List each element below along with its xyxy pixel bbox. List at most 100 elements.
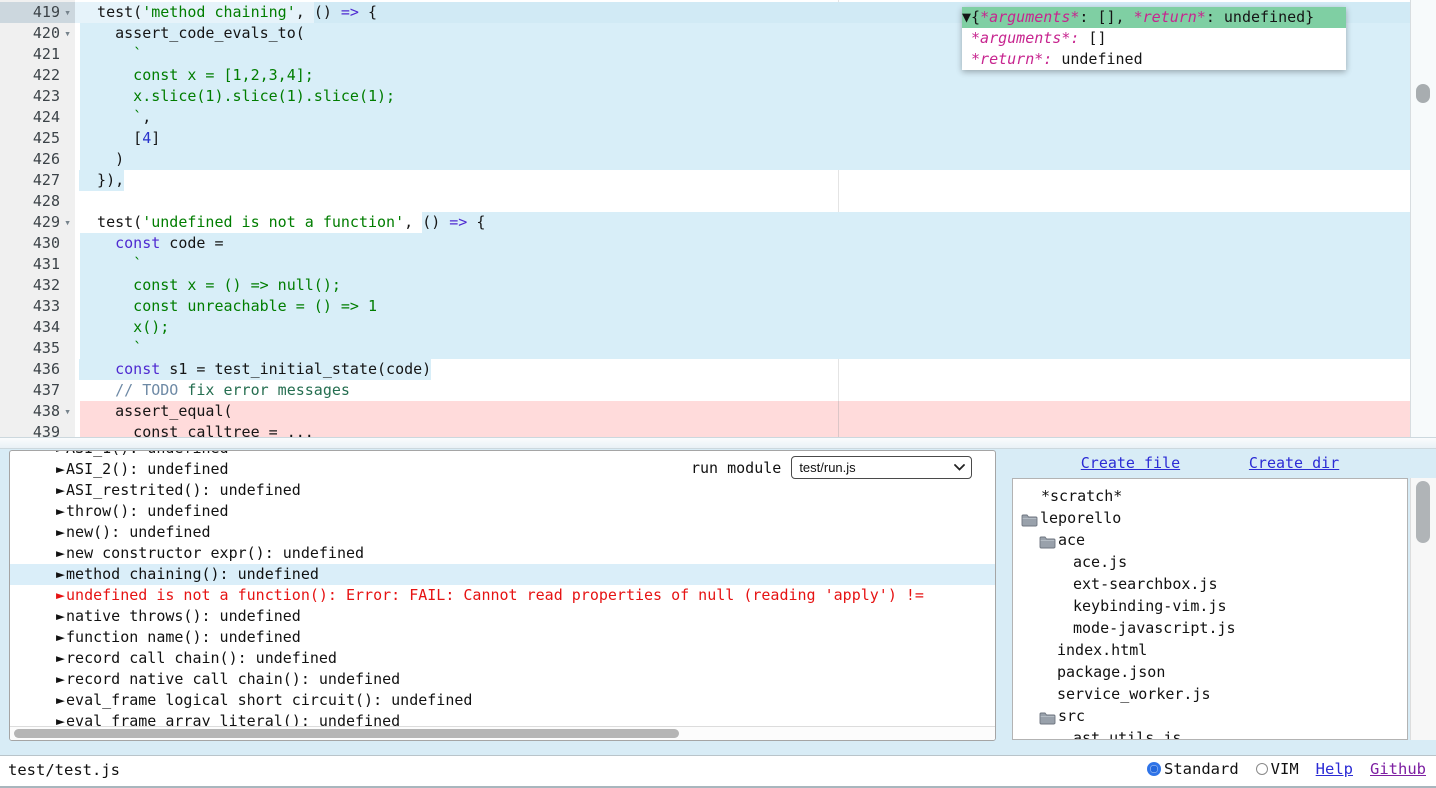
test-result-item[interactable]: ►throw(): undefined [10, 501, 995, 522]
code-line-425[interactable]: 425 [4] [0, 128, 1410, 149]
file-tree-item-ace-js[interactable]: ace.js [1013, 551, 1407, 573]
file-tree-item-package-json[interactable]: package.json [1013, 661, 1407, 683]
code-token: () [422, 213, 449, 231]
gutter-cell: 427 [0, 170, 75, 191]
code-token: ` [79, 338, 142, 359]
code-line-434[interactable]: 434 x(); [0, 317, 1410, 338]
tree-item-label: src [1058, 707, 1085, 725]
fold-arrow-icon[interactable]: ▾ [60, 2, 75, 23]
code-line-435[interactable]: 435 ` [0, 338, 1410, 359]
code-line-437[interactable]: 437 // TODO fix error messages [0, 380, 1410, 401]
file-tree-scrollbar[interactable] [1410, 478, 1436, 740]
code-line-428[interactable]: 428 [0, 191, 1410, 212]
file-tree-item-ace[interactable]: ace [1013, 529, 1407, 551]
expand-triangle-icon[interactable]: ► [56, 670, 65, 688]
code-token: const x = [1,2,3,4]; [79, 65, 314, 86]
code-line-429[interactable]: 429▾ test('undefined is not a function',… [0, 212, 1410, 233]
code-line-432[interactable]: 432 const x = () => null(); [0, 275, 1410, 296]
code-line-426[interactable]: 426 ) [0, 149, 1410, 170]
gutter-cell: 421 [0, 44, 75, 65]
code-token [962, 50, 971, 68]
file-tree-item--scratch-[interactable]: *scratch* [1013, 485, 1407, 507]
keybinding-option-standard[interactable]: Standard [1147, 760, 1239, 778]
radio-unselected-icon[interactable] [1256, 763, 1268, 775]
file-tree-item-mode-javascript-js[interactable]: mode-javascript.js [1013, 617, 1407, 639]
file-tree-item-src[interactable]: src [1013, 705, 1407, 727]
test-result-item[interactable]: ►new(): undefined [10, 522, 995, 543]
file-tree-item-leporello[interactable]: leporello [1013, 507, 1407, 529]
tooltip-header-row[interactable]: ▼{*arguments*: [], *return*: undefined} [962, 7, 1346, 28]
keybinding-standard-label: Standard [1164, 760, 1239, 778]
code-line-424[interactable]: 424 `, [0, 107, 1410, 128]
radio-selected-icon[interactable] [1147, 762, 1161, 776]
code-token: const x = () => null(); [79, 275, 341, 296]
expand-triangle-icon[interactable]: ► [56, 628, 65, 646]
code-token: , [404, 212, 422, 233]
test-result-item[interactable]: ►native throws(): undefined [10, 606, 995, 627]
expand-triangle-icon[interactable]: ► [56, 544, 65, 562]
expand-triangle-icon[interactable]: ► [56, 481, 65, 499]
line-number: 430 [33, 233, 60, 254]
fold-arrow-icon[interactable]: ▾ [60, 23, 75, 44]
file-tree-item-ext-searchbox-js[interactable]: ext-searchbox.js [1013, 573, 1407, 595]
line-number: 419 [33, 2, 60, 23]
create-file-link[interactable]: Create file [1081, 454, 1180, 472]
editor-scrollbar-thumb[interactable] [1416, 84, 1430, 103]
expand-triangle-icon[interactable]: ► [56, 649, 65, 667]
test-result-item[interactable]: ►method chaining(): undefined [10, 564, 995, 585]
file-tree-item-service-worker-js[interactable]: service_worker.js [1013, 683, 1407, 705]
code-token: x.slice(1).slice(1).slice(1); [79, 86, 395, 107]
code-token: code = [160, 233, 223, 254]
test-result-item[interactable]: ►function name(): undefined [10, 627, 995, 648]
tree-item-label: package.json [1057, 663, 1165, 681]
file-tree-item-index-html[interactable]: index.html [1013, 639, 1407, 661]
expand-triangle-icon[interactable]: ► [56, 691, 65, 709]
code-line-content: const x = () => null(); [75, 275, 1410, 296]
code-line-433[interactable]: 433 const unreachable = () => 1 [0, 296, 1410, 317]
gutter-cell: 426 [0, 149, 75, 170]
test-result-item[interactable]: ►new constructor expr(): undefined [10, 543, 995, 564]
create-dir-link[interactable]: Create dir [1249, 454, 1339, 472]
keybinding-option-vim[interactable]: VIM [1256, 760, 1299, 778]
results-horizontal-scrollbar[interactable] [10, 726, 995, 740]
editor-vertical-scrollbar[interactable] [1410, 0, 1436, 437]
github-link[interactable]: Github [1370, 760, 1426, 778]
fold-arrow-icon[interactable]: ▾ [60, 401, 75, 422]
line-highlight [80, 107, 1410, 128]
code-line-439[interactable]: 439 const calltree = ... [0, 422, 1410, 437]
code-token: , [142, 107, 151, 128]
test-result-item[interactable]: ►eval_frame logical short circuit(): und… [10, 690, 995, 711]
line-number: 439 [33, 422, 60, 437]
line-number: 422 [33, 65, 60, 86]
code-line-438[interactable]: 438▾ assert_equal( [0, 401, 1410, 422]
code-token: : [], [1079, 8, 1133, 26]
file-tree-item-keybinding-vim-js[interactable]: keybinding-vim.js [1013, 595, 1407, 617]
code-line-430[interactable]: 430 const code = [0, 233, 1410, 254]
code-token: ` [79, 107, 142, 128]
code-line-431[interactable]: 431 ` [0, 254, 1410, 275]
code-line-436[interactable]: 436 const s1 = test_initial_state(code) [0, 359, 1410, 380]
line-number: 436 [33, 359, 60, 380]
expand-triangle-icon[interactable]: ► [56, 607, 65, 625]
file-tree-item-ast-utils-js[interactable]: ast_utils.js [1013, 727, 1407, 740]
code-token: 4 [142, 128, 151, 149]
code-line-427[interactable]: 427 }), [0, 170, 1410, 191]
expand-triangle-icon[interactable]: ► [56, 523, 65, 541]
file-tree-scrollbar-thumb[interactable] [1416, 481, 1430, 543]
expand-triangle-icon[interactable]: ► [56, 586, 65, 604]
expand-triangle-icon[interactable]: ► [56, 450, 65, 457]
tree-item-label: ace [1058, 531, 1085, 549]
code-line-423[interactable]: 423 x.slice(1).slice(1).slice(1); [0, 86, 1410, 107]
test-result-item[interactable]: ►undefined is not a function(): Error: F… [10, 585, 995, 606]
test-result-item[interactable]: ►record call chain(): undefined [10, 648, 995, 669]
help-link[interactable]: Help [1316, 760, 1353, 778]
test-result-item[interactable]: ►record native call chain(): undefined [10, 669, 995, 690]
expand-triangle-icon[interactable]: ► [56, 502, 65, 520]
test-result-item[interactable]: ►ASI_restrited(): undefined [10, 480, 995, 501]
code-token: [ [79, 128, 142, 149]
expand-triangle-icon[interactable]: ► [56, 460, 65, 478]
run-module-select[interactable]: test/run.js [791, 456, 972, 479]
expand-triangle-icon[interactable]: ► [56, 565, 65, 583]
fold-arrow-icon[interactable]: ▾ [60, 212, 75, 233]
results-scrollbar-thumb[interactable] [14, 729, 679, 738]
